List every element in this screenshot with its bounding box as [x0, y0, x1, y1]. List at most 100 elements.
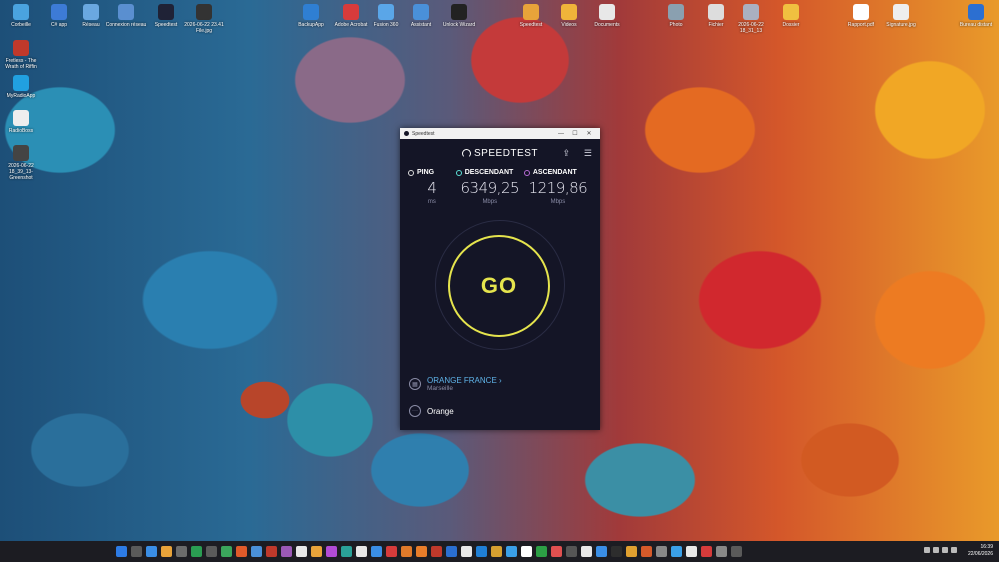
taskbar-app-icon[interactable] — [251, 546, 262, 557]
taskbar-app-icon[interactable] — [266, 546, 277, 557]
taskbar-app-icon[interactable] — [221, 546, 232, 557]
taskbar-app-icon[interactable] — [641, 546, 652, 557]
system-tray[interactable] — [924, 547, 957, 553]
taskbar-app-icon[interactable] — [491, 546, 502, 557]
taskbar-app-icon[interactable] — [596, 546, 607, 557]
desktop-icon[interactable]: Assistant — [400, 4, 442, 28]
desktop-app-icon — [51, 4, 67, 20]
desktop-icon[interactable]: Speedtest — [510, 4, 552, 28]
desktop-icon[interactable]: Unlock Wizard — [438, 4, 480, 28]
desktop-app-icon — [853, 4, 869, 20]
minimize-button[interactable]: — — [554, 131, 568, 137]
taskbar-app-icon[interactable] — [551, 546, 562, 557]
taskbar-app-icon[interactable] — [446, 546, 457, 557]
taskbar-app-icon[interactable] — [731, 546, 742, 557]
desktop-icon[interactable]: Connexion réseau — [105, 4, 147, 28]
taskbar-app-icon[interactable] — [281, 546, 292, 557]
desktop-app-icon — [118, 4, 134, 20]
clock-time: 16:39 — [980, 544, 993, 550]
clock-date: 22/06/2026 — [967, 551, 993, 557]
results-panel: PING 4 ms DESCENDANT 6349,25 Mbps ASCEND… — [400, 169, 600, 205]
taskbar-app-icon[interactable] — [236, 546, 247, 557]
desktop-icon[interactable]: Speedtest — [145, 4, 187, 28]
taskbar-app-icon[interactable] — [536, 546, 547, 557]
share-icon[interactable]: ⇪ — [562, 148, 570, 159]
desktop-app-icon — [561, 4, 577, 20]
taskbar-app-icon[interactable] — [146, 546, 157, 557]
desktop-icon-label: Unlock Wizard — [442, 22, 476, 28]
ping-unit: ms — [427, 199, 436, 205]
start-icon[interactable] — [116, 546, 127, 557]
desktop-icon[interactable]: Documents — [586, 4, 628, 28]
desktop-icon[interactable]: Signature.jpg — [880, 4, 922, 28]
desktop-icon[interactable]: RadioBoss — [0, 110, 42, 134]
taskbar-app-icon[interactable] — [671, 546, 682, 557]
desktop-icon[interactable]: Fretless - The Wrath of Riffin — [0, 40, 42, 70]
desktop-icon[interactable]: Dossier — [770, 4, 812, 28]
ping-icon — [408, 169, 414, 176]
server-info[interactable]: ··· Orange — [409, 405, 454, 417]
taskbar-app-icon[interactable] — [326, 546, 337, 557]
go-button[interactable]: GO — [448, 235, 550, 337]
taskbar-app-icon[interactable] — [386, 546, 397, 557]
taskbar-app-icon[interactable] — [356, 546, 367, 557]
desktop-icon[interactable]: BackupApp — [290, 4, 332, 28]
title-bar[interactable]: Speedtest — ☐ ✕ — [400, 128, 600, 139]
taskbar-app-icon[interactable] — [686, 546, 697, 557]
desktop-icon[interactable]: 2026-06-22 18_39_13-Greenshot — [0, 145, 42, 181]
desktop-icon-label: RadioBoss — [8, 128, 34, 134]
download-icon — [455, 169, 462, 176]
taskbar-app-icon[interactable] — [206, 546, 217, 557]
taskbar-app-icon[interactable] — [311, 546, 322, 557]
taskbar-apps — [116, 546, 742, 557]
speedtest-window: Speedtest — ☐ ✕ SPEEDTEST ⇪ ☰ PING 4 ms … — [400, 128, 600, 430]
isp-info[interactable]: ▦ ORANGE FRANCE › Marseille — [409, 376, 502, 392]
taskbar-app-icon[interactable] — [581, 546, 592, 557]
taskbar-app-icon[interactable] — [521, 546, 532, 557]
app-header: SPEEDTEST ⇪ ☰ — [400, 139, 600, 167]
desktop-app-icon — [523, 4, 539, 20]
taskbar-app-icon[interactable] — [506, 546, 517, 557]
taskbar-app-icon[interactable] — [656, 546, 667, 557]
taskbar-app-icon[interactable] — [191, 546, 202, 557]
desktop-app-icon — [893, 4, 909, 20]
desktop-app-icon — [83, 4, 99, 20]
taskbar-app-icon[interactable] — [131, 546, 142, 557]
taskbar-app-icon[interactable] — [416, 546, 427, 557]
desktop-icon[interactable]: Videos — [548, 4, 590, 28]
desktop-app-icon — [303, 4, 319, 20]
taskbar-app-icon[interactable] — [341, 546, 352, 557]
taskbar-app-icon[interactable] — [566, 546, 577, 557]
taskbar-app-icon[interactable] — [626, 546, 637, 557]
taskbar-app-icon[interactable] — [161, 546, 172, 557]
desktop-icon[interactable]: MyRadioApp — [0, 75, 42, 99]
taskbar-app-icon[interactable] — [476, 546, 487, 557]
desktop-icon-label: Assistant — [410, 22, 432, 28]
taskbar-app-icon[interactable] — [431, 546, 442, 557]
desktop-icon-label: Bureau distant — [959, 22, 993, 28]
desktop-icon[interactable]: Rapport.pdf — [840, 4, 882, 28]
close-button[interactable]: ✕ — [582, 130, 596, 137]
taskbar-app-icon[interactable] — [716, 546, 727, 557]
taskbar-app-icon[interactable] — [176, 546, 187, 557]
taskbar-app-icon[interactable] — [401, 546, 412, 557]
maximize-button[interactable]: ☐ — [568, 130, 582, 137]
isp-name[interactable]: ORANGE FRANCE › — [427, 376, 502, 385]
desktop-app-icon — [413, 4, 429, 20]
taskbar-app-icon[interactable] — [371, 546, 382, 557]
taskbar-app-icon[interactable] — [296, 546, 307, 557]
settings-icon[interactable]: ☰ — [584, 148, 592, 159]
taskbar-app-icon[interactable] — [611, 546, 622, 557]
desktop-icon[interactable]: Corbeille — [0, 4, 42, 28]
desktop-icon[interactable]: 2026-06-22 23.41 File.jpg — [183, 4, 225, 34]
speedtest-app-icon — [404, 131, 409, 136]
taskbar-app-icon[interactable] — [701, 546, 712, 557]
go-label: GO — [480, 273, 518, 298]
clock[interactable]: 16:39 22/06/2026 — [968, 544, 993, 558]
desktop-icon[interactable]: Bureau distant — [955, 4, 997, 28]
upload-stat: ASCENDANT 1219,86 Mbps — [523, 169, 592, 205]
desktop-icon[interactable]: Photo — [655, 4, 697, 28]
gauge-icon — [462, 148, 472, 158]
taskbar-app-icon[interactable] — [461, 546, 472, 557]
desktop-icon[interactable]: 2026-06-22 18_31_13 — [730, 4, 772, 34]
